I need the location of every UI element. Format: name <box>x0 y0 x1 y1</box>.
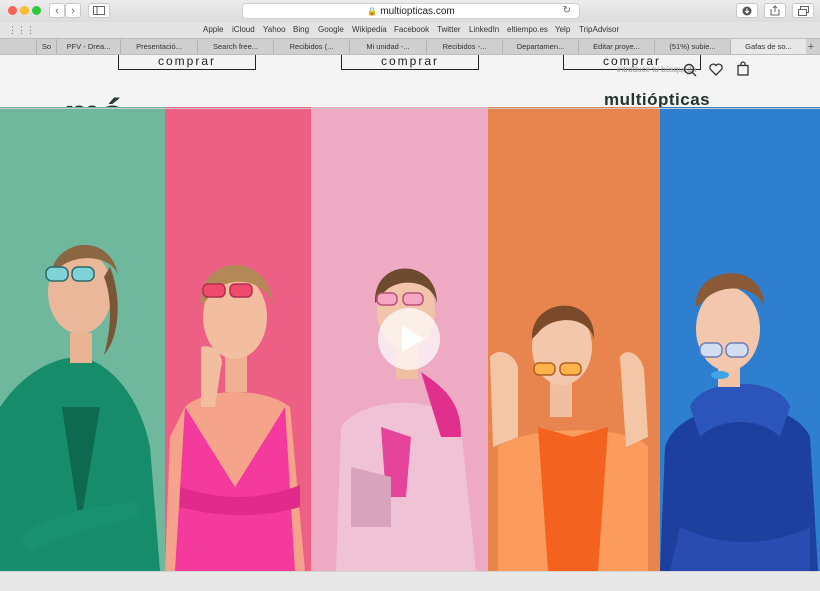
chevron-left-icon: ‹ <box>55 4 59 17</box>
play-button[interactable] <box>378 308 440 370</box>
back-button[interactable]: ‹ <box>49 3 65 18</box>
sidebar-button[interactable] <box>88 3 110 18</box>
tab-item[interactable]: Mi unidad -... <box>349 39 426 54</box>
zoom-window-button[interactable] <box>32 6 41 15</box>
status-bar <box>0 571 820 591</box>
tab-overview-button[interactable] <box>792 3 814 18</box>
model-green-jacket-illustration <box>0 107 165 571</box>
model-orange-blazer-illustration <box>488 107 660 571</box>
chevron-right-icon: › <box>71 4 75 17</box>
tab-item[interactable]: Search free... <box>197 39 273 54</box>
stripe-pink <box>165 107 311 571</box>
minimize-window-button[interactable] <box>20 6 29 15</box>
tab-label: Departamen... <box>516 42 565 51</box>
bookmark-twitter[interactable]: Twitter <box>437 25 461 34</box>
bookmark-yahoo[interactable]: Yahoo <box>263 25 286 34</box>
stripe-green <box>0 107 165 571</box>
tab-label: (51%) subie... <box>669 42 716 51</box>
tab-label: Mi unidad -... <box>366 42 410 51</box>
favorites-bar: ⋮⋮⋮ Apple iCloud Yahoo Bing Google Wikip… <box>0 22 820 38</box>
share-button[interactable] <box>764 3 786 18</box>
share-icon <box>770 5 780 16</box>
heart-icon[interactable] <box>709 63 723 76</box>
close-window-button[interactable] <box>8 6 17 15</box>
tab-item[interactable]: PFV - Drea... <box>56 39 120 54</box>
bookmark-eltiempo[interactable]: eltiempo.es <box>507 25 548 34</box>
shopping-bag-icon[interactable] <box>737 61 749 76</box>
lock-icon: 🔒 <box>367 6 378 16</box>
tab-label: Search free... <box>212 42 259 51</box>
download-icon <box>742 6 752 15</box>
tab-label: Recibidos -... <box>442 42 487 51</box>
tab-label: Presentació... <box>136 42 182 51</box>
header-divider <box>0 108 820 109</box>
bookmark-linkedin[interactable]: LinkedIn <box>469 25 499 34</box>
bookmark-facebook[interactable]: Facebook <box>394 25 429 34</box>
model-blue-hoodie-illustration <box>660 107 820 571</box>
tab-item[interactable]: Departamen... <box>502 39 578 54</box>
tab-label: Recibidos (... <box>289 42 334 51</box>
tab-item[interactable]: So <box>36 39 56 54</box>
tabs-overview-icon <box>797 5 809 16</box>
plus-icon: + <box>807 40 815 53</box>
tab-item[interactable]: Editar proye... <box>578 39 654 54</box>
sidebar-icon <box>93 6 105 15</box>
tab-item[interactable]: Recibidos -... <box>426 39 502 54</box>
bookmark-wikipedia[interactable]: Wikipedia <box>352 25 387 34</box>
downloads-button[interactable] <box>736 3 758 18</box>
comprar-button[interactable]: comprar <box>118 55 256 70</box>
stripe-blue <box>660 107 820 571</box>
new-tab-button[interactable]: + <box>804 39 818 54</box>
grid-icon[interactable]: ⋮⋮⋮ <box>8 25 35 36</box>
bookmark-tripadvisor[interactable]: TripAdvisor <box>579 25 619 34</box>
tab-item[interactable]: (51%) subie... <box>654 39 730 54</box>
tab-item[interactable]: Presentació... <box>120 39 197 54</box>
bookmark-icloud[interactable]: iCloud <box>232 25 255 34</box>
bookmark-bing[interactable]: Bing <box>293 25 309 34</box>
tab-label: Editar proye... <box>593 42 640 51</box>
tab-bar: So PFV - Drea... Presentació... Search f… <box>0 38 820 55</box>
address-bar[interactable]: 🔒 multiopticas.com ↻ <box>242 3 580 19</box>
play-icon <box>402 326 424 352</box>
bookmark-apple[interactable]: Apple <box>203 25 223 34</box>
url-text: multiopticas.com <box>380 5 455 17</box>
bookmark-google[interactable]: Google <box>318 25 344 34</box>
browser-window: ‹ › 🔒 multiopticas.com ↻ ⋮⋮⋮ Apple iClou… <box>0 0 820 591</box>
tab-item-active[interactable]: Gafas de so... <box>730 39 806 54</box>
model-pink-dress-illustration <box>165 107 311 571</box>
forward-button[interactable]: › <box>65 3 81 18</box>
search-icon[interactable] <box>683 63 697 77</box>
tab-label: PFV - Drea... <box>66 42 111 51</box>
comprar-label: comprar <box>157 55 216 68</box>
tab-label: So <box>41 42 52 51</box>
bookmark-yelp[interactable]: Yelp <box>555 25 570 34</box>
browser-toolbar: ‹ › 🔒 multiopticas.com ↻ <box>0 0 820 22</box>
tab-label: Gafas de so... <box>745 42 792 51</box>
tab-item[interactable]: Recibidos (... <box>273 39 349 54</box>
reload-icon[interactable]: ↻ <box>563 5 571 16</box>
stripe-orange <box>488 107 660 571</box>
comprar-label: comprar <box>380 55 439 68</box>
comprar-button[interactable]: comprar <box>341 55 479 70</box>
